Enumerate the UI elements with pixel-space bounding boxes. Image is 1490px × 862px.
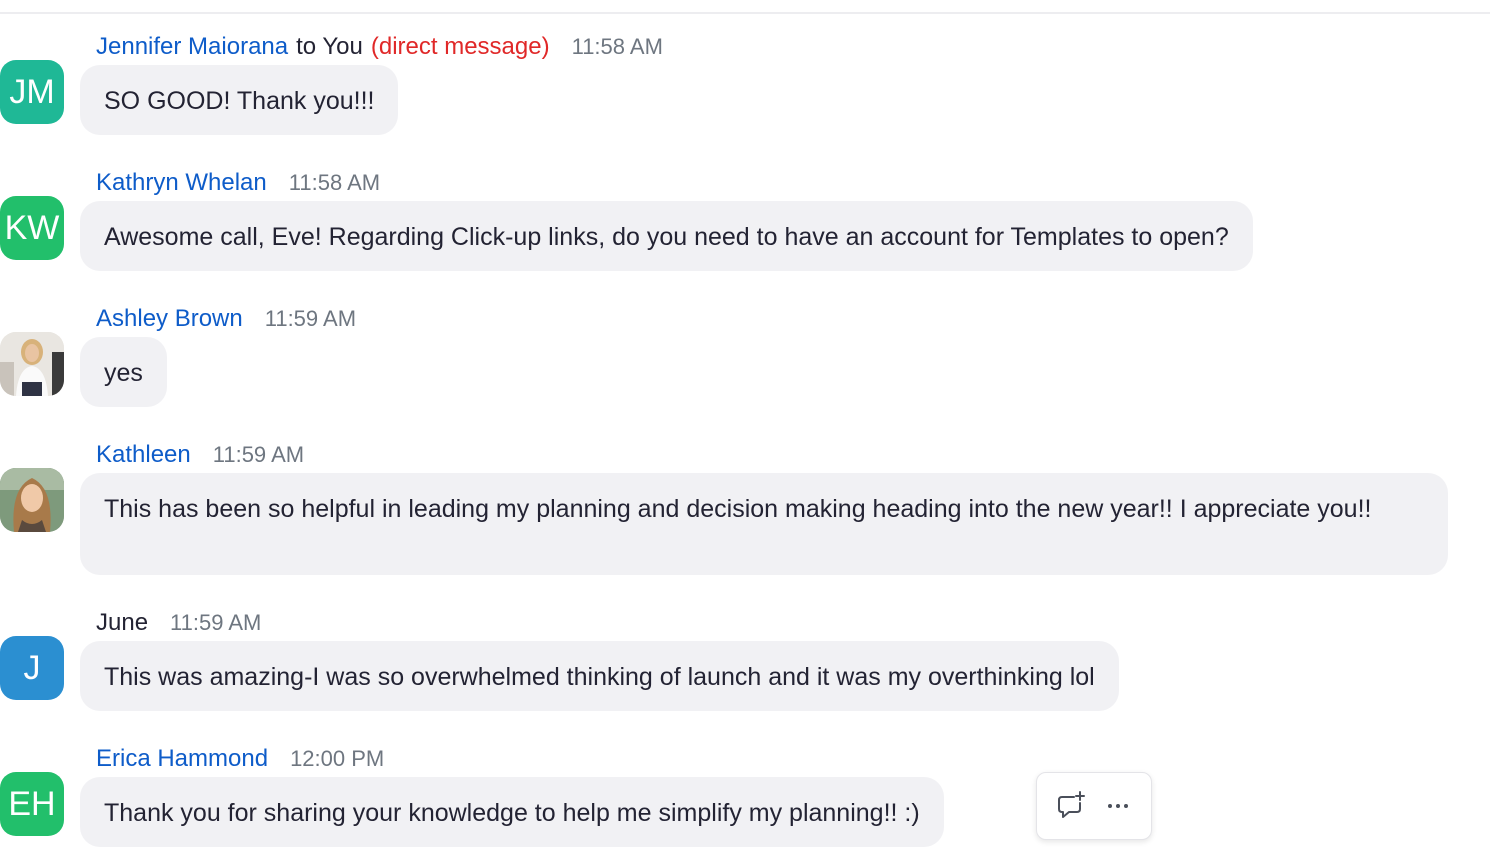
reply-thread-icon [1057,791,1085,818]
message-header: Jennifer Maiorana to You (direct message… [96,33,663,63]
sender-name[interactable]: June [96,609,148,637]
message-text: This was amazing-I was so overwhelmed th… [104,663,1095,691]
more-options-icon [1107,804,1128,808]
reply-in-thread-button[interactable] [1051,786,1091,826]
timestamp: 11:59 AM [264,306,357,331]
message-bubble[interactable]: SO GOOD! Thank you!!! [80,65,399,135]
avatar[interactable]: KW [0,196,64,260]
message-text: yes [104,359,143,387]
direct-message-label: (direct message) [370,33,550,60]
recipient-label: to You [296,33,363,60]
timestamp: 11:58 AM [288,170,381,195]
message-bubble[interactable]: This has been so helpful in leading my p… [80,473,1448,575]
avatar[interactable] [0,332,64,396]
timestamp: 11:59 AM [170,610,262,635]
message-header: Erica Hammond 12:00 PM [96,745,384,775]
message-bubble[interactable]: Thank you for sharing your knowledge to … [80,777,944,847]
message-text: SO GOOD! Thank you!!! [104,87,375,115]
message-header: Kathleen 11:59 AM [96,441,304,471]
avatar-initials: KW [4,208,60,247]
timestamp: 12:00 PM [290,746,385,771]
chat-message-list[interactable]: JM Jennifer Maiorana to You (direct mess… [0,0,1490,862]
avatar-initials: EH [8,784,56,823]
avatar[interactable]: EH [0,772,64,836]
sender-name[interactable]: Erica Hammond [96,745,268,773]
message-bubble[interactable]: This was amazing-I was so overwhelmed th… [80,641,1119,711]
message-text: Thank you for sharing your knowledge to … [104,799,920,827]
avatar-initials: JM [9,72,55,111]
avatar[interactable]: J [0,636,64,700]
sender-name[interactable]: Kathleen [96,441,191,469]
message-header: Ashley Brown 11:59 AM [96,305,356,335]
sender-name[interactable]: Kathryn Whelan [96,169,267,197]
sender-name[interactable]: Ashley Brown [96,305,243,333]
sender-name[interactable]: Jennifer Maiorana [96,33,288,61]
avatar[interactable]: JM [0,60,64,124]
message-text: Awesome call, Eve! Regarding Click-up li… [104,223,1229,251]
more-options-button[interactable] [1098,786,1138,826]
timestamp: 11:59 AM [212,442,305,467]
message-hover-toolbar [1036,772,1152,840]
profile-photo [0,332,64,396]
message-text: This has been so helpful in leading my p… [104,495,1372,523]
profile-photo [0,468,64,532]
message-bubble[interactable]: Awesome call, Eve! Regarding Click-up li… [80,201,1253,271]
avatar-initials: J [23,648,41,687]
timestamp: 11:58 AM [571,34,663,59]
message-header: June 11:59 AM [96,609,261,639]
message-header: Kathryn Whelan 11:58 AM [96,169,380,199]
avatar[interactable] [0,468,64,532]
message-bubble[interactable]: yes [80,337,167,407]
